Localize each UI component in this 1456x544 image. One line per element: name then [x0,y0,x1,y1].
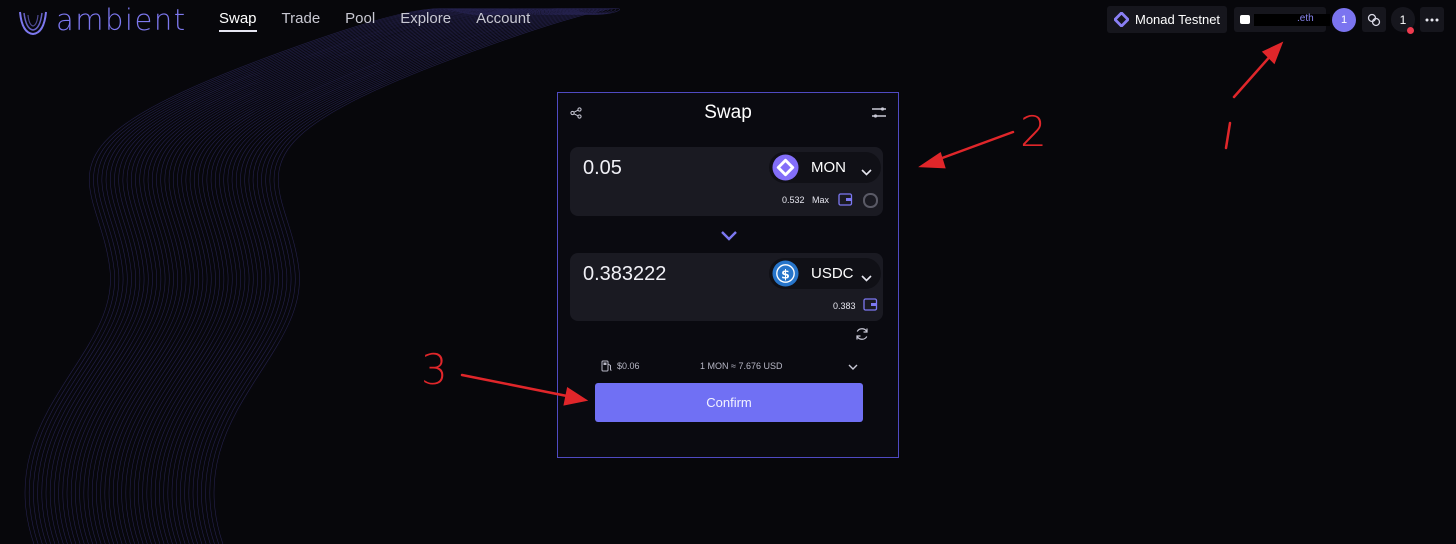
logo[interactable]: ambient [16,3,187,37]
wave-line [104,8,533,544]
wave-line [209,8,617,544]
to-token-symbol: USDC [811,265,854,282]
to-token-box: 0.383222 $ USDC 0.383 [570,253,883,321]
wave-line [96,8,529,544]
wave-line [121,8,540,544]
wave-line [201,8,609,544]
wave-line [92,8,528,544]
flip-direction-icon[interactable] [720,228,738,246]
wave-line [79,8,522,544]
chevron-down-icon[interactable] [848,362,858,372]
svg-text:$: $ [781,266,790,281]
usdc-icon: $ [772,260,799,287]
nav-trade[interactable]: Trade [282,10,321,32]
nav-pool[interactable]: Pool [345,10,375,32]
monad-icon [1114,12,1129,27]
wave-line [62,8,516,544]
link-button[interactable] [1362,7,1386,32]
more-icon [1425,18,1439,21]
wave-line [142,8,558,544]
monad-icon [772,154,799,181]
ambient-logo-icon [19,11,47,36]
gas-pump-icon [601,360,613,374]
balance-toggle[interactable] [863,193,878,208]
wave-line [184,8,594,544]
wave-line [125,8,544,544]
trade-details-row[interactable]: $0.06 1 MON ≈ 7.676 USD [601,359,861,375]
wave-line [205,8,613,544]
wallet-icon [863,298,878,316]
settings-sliders-icon[interactable] [871,106,887,124]
more-menu-button[interactable] [1420,7,1444,32]
network-label: Monad Testnet [1135,12,1221,27]
wave-line [24,8,501,544]
wave-line [129,8,547,544]
max-button[interactable]: Max [812,195,829,205]
from-amount-input[interactable]: 0.05 [583,157,622,180]
nav-account[interactable]: Account [476,10,530,32]
wallet-ens-suffix: .eth [1297,13,1314,24]
annotation-label-3: 3 [421,345,448,394]
link-icon [1367,13,1381,26]
wallet-address-redacted [1254,14,1330,26]
to-token-selector[interactable]: $ USDC [769,258,881,289]
nav-swap[interactable]: Swap [219,10,257,32]
notifications-button[interactable]: 1 [1391,7,1415,34]
swap-title: Swap [704,102,752,123]
from-token-selector[interactable]: MON [769,152,881,183]
notifications-count: 1 [1399,12,1407,27]
notification-dot [1407,27,1414,34]
logo-text: ambient [56,3,187,37]
from-balance: 0.532 [782,195,805,205]
wave-line [188,8,598,544]
wave-line [66,8,517,544]
wave-line [176,8,587,544]
exchange-rate: 1 MON ≈ 7.676 USD [700,361,783,371]
wallet-icon [838,193,853,211]
network-selector[interactable]: Monad Testnet [1107,6,1227,33]
wave-line [192,8,602,544]
top-bar: ambient Swap Trade Pool Explore Account … [0,0,1456,40]
wave-line [171,8,583,544]
wallet-icon [1240,15,1250,24]
nav-explore[interactable]: Explore [400,10,451,32]
main-nav: Swap Trade Pool Explore Account [219,10,555,32]
annotation-label-2: 2 [1020,107,1047,156]
swap-card: Swap 0.05 MON 0.532 Max 0.383222 $ USDC … [557,92,899,458]
wallet-button[interactable]: .eth [1234,7,1330,32]
confirm-button[interactable]: Confirm [595,383,863,422]
wave-line [134,8,551,544]
points-badge[interactable]: 1 [1332,8,1356,32]
wave-line [197,8,605,544]
from-token-symbol: MON [811,159,846,176]
wave-line [108,8,534,544]
wave-line [180,8,590,544]
to-balance: 0.383 [833,301,856,311]
wave-line [138,8,554,544]
wave-line [50,8,511,544]
from-token-box: 0.05 MON 0.532 Max [570,147,883,216]
refresh-icon[interactable] [855,327,869,346]
chevron-down-icon [861,163,872,181]
to-amount-input[interactable]: 0.383222 [583,263,666,286]
chevron-down-icon [861,269,872,287]
gas-fee: $0.06 [617,361,640,371]
